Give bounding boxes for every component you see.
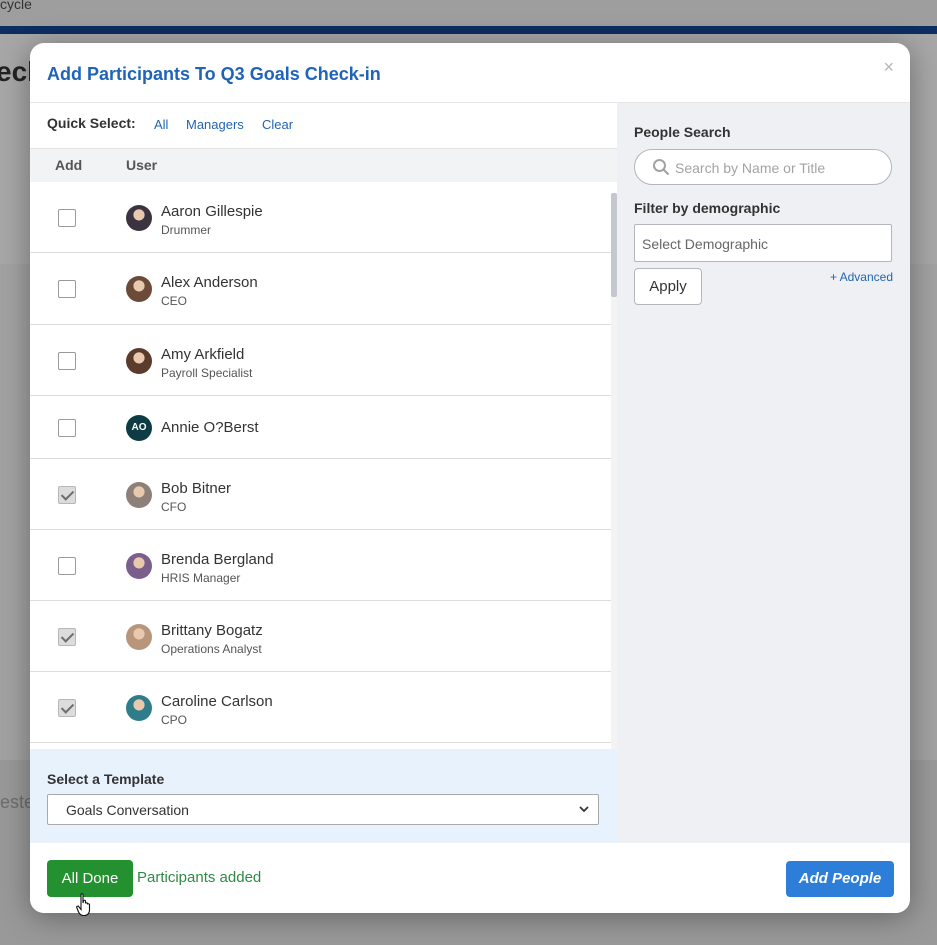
avatar [126, 204, 152, 231]
avatar: AO [126, 414, 152, 441]
add-people-button[interactable]: Add People [786, 861, 894, 897]
template-label: Select a Template [47, 771, 165, 787]
avatar [126, 552, 152, 579]
user-title: HRIS Manager [161, 570, 241, 585]
add-checkbox[interactable] [58, 556, 76, 575]
column-header-user: User [126, 157, 158, 173]
background-topbar: cycle [0, 0, 937, 26]
user-title: CFO [161, 499, 187, 514]
people-search-placeholder: Search by Name or Title [675, 160, 826, 176]
participants-added-status: Participants added [137, 869, 262, 886]
user-name: Amy Arkfield [161, 345, 245, 363]
template-select-value: Goals Conversation [66, 802, 189, 818]
demographic-placeholder: Select Demographic [642, 236, 769, 252]
modal-header: Add Participants To Q3 Goals Check-in × [30, 43, 910, 103]
table-row[interactable]: Alex Anderson CEO [30, 253, 612, 325]
background-topbar-text: cycle [0, 0, 32, 12]
quick-select-clear-link[interactable]: Clear [262, 117, 293, 132]
user-name: Brittany Bogatz [161, 621, 263, 639]
add-participants-modal: Add Participants To Q3 Goals Check-in × … [30, 43, 910, 913]
background-ghost-text: este [0, 792, 35, 812]
table-row[interactable]: AO Annie O?Berst [30, 396, 612, 459]
quick-select-label: Quick Select: [47, 115, 136, 131]
apply-button[interactable]: Apply [634, 268, 702, 305]
user-title: Payroll Specialist [161, 365, 253, 380]
demographic-select[interactable]: Select Demographic [634, 224, 892, 262]
table-row[interactable]: Brittany Bogatz Operations Analyst [30, 601, 612, 672]
search-icon [653, 159, 670, 176]
add-checkbox[interactable] [58, 351, 76, 370]
avatar [126, 623, 152, 650]
user-title: Drummer [161, 222, 211, 237]
add-checkbox[interactable] [58, 208, 76, 227]
chevron-down-icon [579, 806, 589, 813]
table-row[interactable]: Amy Arkfield Payroll Specialist [30, 325, 612, 396]
user-name: Alex Anderson [161, 274, 258, 291]
search-panel: People Search Search by Name or Title Fi… [617, 103, 910, 843]
add-checkbox[interactable] [58, 698, 76, 717]
user-name: Aaron Gillespie [161, 202, 263, 220]
avatar [126, 694, 152, 721]
add-checkbox[interactable] [58, 418, 76, 437]
template-select[interactable]: Goals Conversation [47, 794, 599, 825]
user-name: Bob Bitner [161, 479, 232, 497]
table-row[interactable]: Brenda Bergland HRIS Manager [30, 530, 612, 601]
add-checkbox[interactable] [58, 485, 76, 504]
advanced-filter-link[interactable]: + Advanced [830, 270, 893, 284]
user-name: Caroline Carlson [161, 692, 273, 710]
quick-select-bar: Quick Select: All Managers Clear [30, 103, 617, 149]
background-nav-line [0, 26, 937, 34]
quick-select-all-link[interactable]: All [154, 117, 168, 132]
user-title: CEO [161, 294, 188, 308]
table-row[interactable]: Bob Bitner CFO [30, 459, 612, 530]
table-row[interactable]: Caroline Carlson CPO [30, 672, 612, 743]
people-search-label: People Search [634, 124, 731, 140]
avatar [126, 347, 152, 374]
column-header-add: Add [55, 157, 83, 173]
user-title: Operations Analyst [161, 641, 262, 656]
modal-footer: All Done Participants added Add People [30, 843, 910, 913]
add-checkbox[interactable] [58, 280, 76, 298]
table-row[interactable]: Aaron Gillespie Drummer [30, 182, 612, 253]
people-search-input[interactable]: Search by Name or Title [634, 149, 892, 185]
filter-demographic-label: Filter by demographic [634, 200, 781, 216]
close-icon[interactable]: × [883, 57, 894, 78]
add-checkbox[interactable] [58, 627, 76, 646]
all-done-button[interactable]: All Done [47, 860, 133, 897]
table-header: Add User [30, 149, 617, 182]
user-name: Brenda Bergland [161, 550, 274, 568]
user-title: CPO [161, 712, 188, 727]
avatar [126, 276, 152, 302]
user-list: Aaron Gillespie Drummer Alex Anderson CEO Am… [30, 182, 612, 749]
hand-pointer-icon [76, 893, 91, 917]
avatar [126, 481, 152, 508]
template-section: Select a Template Goals Conversation [30, 749, 617, 843]
participants-panel: Quick Select: All Managers Clear Add Use… [30, 103, 617, 843]
user-name: Annie O?Berst [161, 418, 259, 436]
quick-select-managers-link[interactable]: Managers [186, 117, 244, 132]
modal-title: Add Participants To Q3 Goals Check-in [47, 64, 381, 84]
